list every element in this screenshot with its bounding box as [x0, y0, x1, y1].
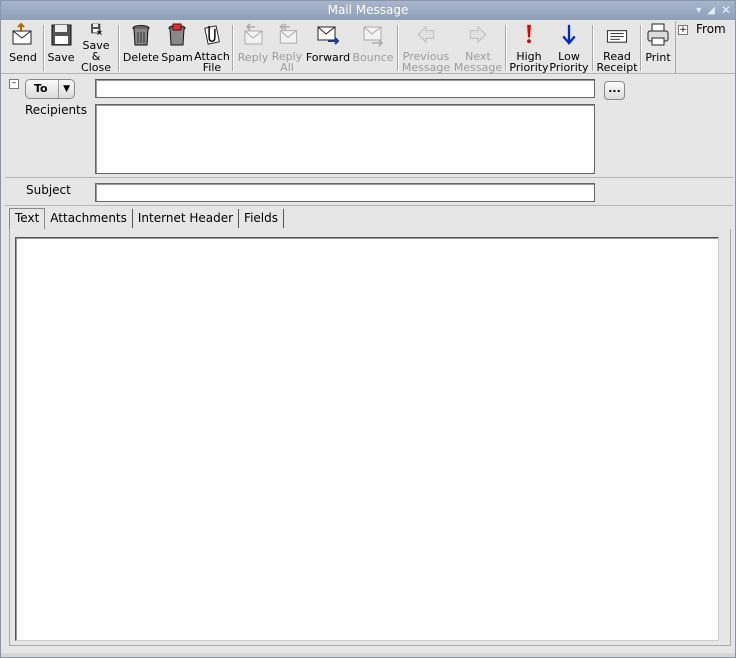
- from-section: + From: [675, 21, 736, 73]
- arrow-left-icon: [417, 25, 435, 44]
- read-receipt-button[interactable]: Read Receipt: [596, 23, 638, 73]
- message-body-editor[interactable]: [15, 237, 719, 641]
- reply-icon: [244, 23, 263, 45]
- save-and-close-button[interactable]: Save & Close: [77, 23, 115, 73]
- subject-input[interactable]: [95, 183, 595, 202]
- message-tabs: Text Attachments Internet Header Fields: [9, 208, 284, 230]
- toolbar: Send Save Save & Close Delete Spam Attac…: [1, 21, 735, 74]
- tab-internet-header[interactable]: Internet Header: [133, 209, 240, 228]
- window-controls: ▾ ◢ ✕: [696, 1, 731, 20]
- spam-button[interactable]: Spam: [161, 23, 193, 73]
- tab-attachments[interactable]: Attachments: [45, 209, 133, 228]
- minimize-icon[interactable]: ▾: [696, 1, 701, 20]
- address-book-button[interactable]: ...: [604, 81, 625, 100]
- printer-icon: [647, 23, 669, 46]
- arrow-right-icon: [469, 25, 487, 44]
- next-message-button[interactable]: Next Message: [453, 23, 503, 73]
- toolbar-separator: [43, 25, 45, 71]
- tab-fields[interactable]: Fields: [239, 209, 284, 228]
- title-bar: Mail Message ▾ ◢ ✕: [1, 1, 735, 20]
- exclamation-icon: [527, 24, 531, 44]
- subject-row: Subject: [5, 179, 733, 206]
- receipt-icon: [606, 30, 628, 43]
- toolbar-separator: [640, 25, 642, 71]
- floppy-disk-icon: [51, 24, 72, 46]
- send-button[interactable]: Send: [7, 23, 39, 73]
- recipient-type-select[interactable]: To ▼: [25, 79, 75, 99]
- recipients-list[interactable]: [95, 104, 595, 174]
- attach-file-button[interactable]: Attach File: [194, 23, 230, 73]
- send-icon: [12, 23, 32, 45]
- toolbar-separator: [592, 25, 594, 71]
- forward-button[interactable]: Forward: [305, 23, 351, 73]
- reply-all-icon: [279, 23, 298, 44]
- low-priority-button[interactable]: Low Priority: [549, 23, 589, 73]
- toolbar-separator: [118, 25, 120, 71]
- toolbar-separator: [505, 25, 507, 71]
- previous-message-button[interactable]: Previous Message: [401, 23, 451, 73]
- address-header: – To ▼ Recipients ...: [5, 75, 733, 178]
- window-bottom-edge: [1, 653, 735, 657]
- save-button[interactable]: Save: [47, 23, 75, 73]
- trash-can-icon: [132, 25, 150, 46]
- maximize-icon[interactable]: ◢: [707, 1, 715, 20]
- floppy-disk-close-icon: [91, 23, 102, 35]
- bounce-button[interactable]: Bounce: [352, 23, 394, 73]
- collapse-header-icon[interactable]: –: [9, 79, 19, 89]
- window-title: Mail Message: [327, 3, 409, 17]
- recipients-label: Recipients: [25, 103, 88, 117]
- reply-button[interactable]: Reply: [237, 23, 269, 73]
- tab-text[interactable]: Text: [9, 208, 46, 230]
- arrow-down-icon: [562, 24, 576, 45]
- high-priority-button[interactable]: High Priority: [509, 23, 549, 73]
- mail-message-window: Mail Message ▾ ◢ ✕ Send Save Save & Clos…: [0, 0, 736, 658]
- delete-button[interactable]: Delete: [123, 23, 159, 73]
- toolbar-separator: [232, 25, 234, 71]
- print-button[interactable]: Print: [643, 23, 673, 73]
- reply-all-button[interactable]: Reply All: [271, 23, 303, 73]
- from-label[interactable]: From: [696, 22, 726, 36]
- close-icon[interactable]: ✕: [721, 1, 731, 20]
- spam-can-icon: [168, 23, 186, 46]
- bounce-icon: [363, 26, 384, 47]
- subject-label: Subject: [26, 183, 71, 197]
- chevron-down-icon: ▼: [58, 80, 70, 98]
- paperclip-icon: [204, 25, 220, 45]
- toolbar-separator: [397, 25, 399, 71]
- forward-icon: [317, 26, 340, 45]
- expand-from-icon[interactable]: +: [678, 25, 688, 35]
- to-address-input[interactable]: [95, 79, 595, 98]
